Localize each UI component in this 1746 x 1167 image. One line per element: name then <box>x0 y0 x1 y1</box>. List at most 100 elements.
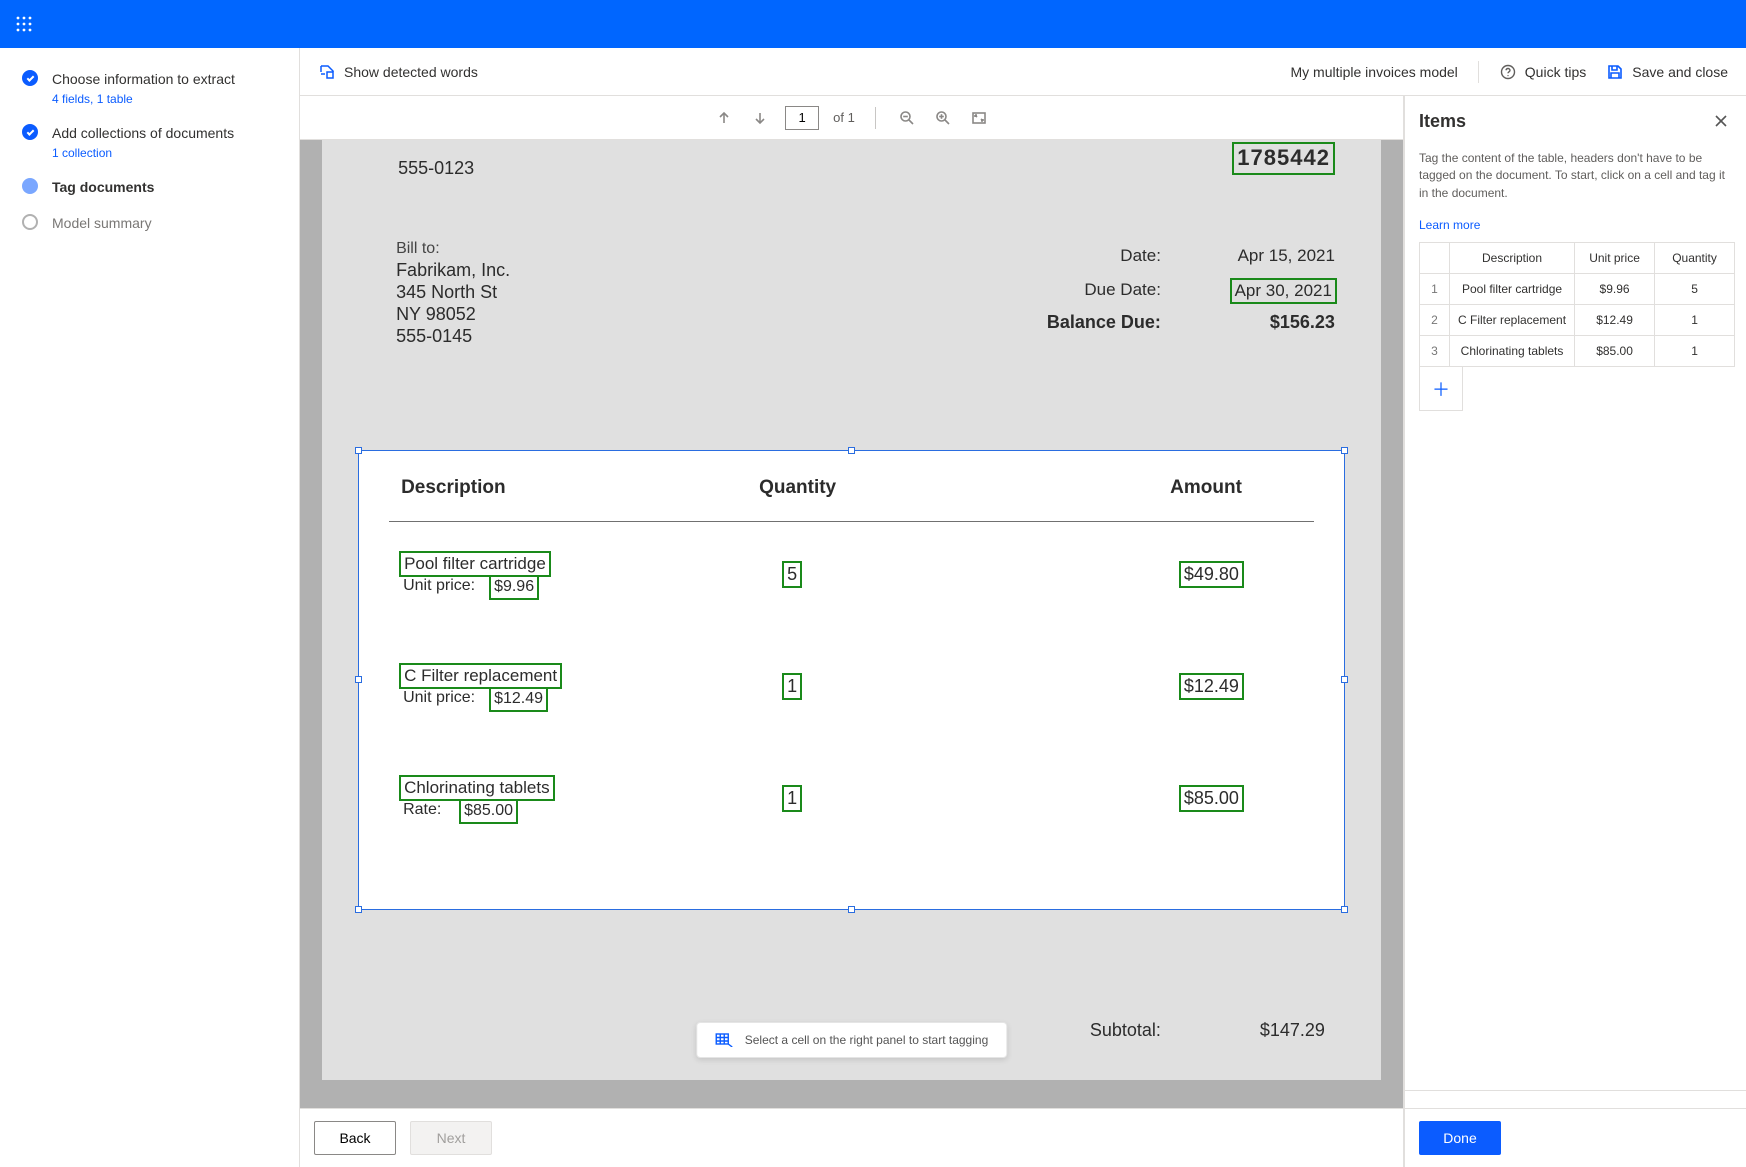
show-detected-words-button[interactable]: Show detected words <box>318 63 478 81</box>
page-of-label: of 1 <box>833 110 855 125</box>
fit-page-icon[interactable] <box>968 107 990 129</box>
toolbar-label: Show detected words <box>344 64 478 80</box>
table-header-row: Description Unit price Quantity <box>1420 243 1735 274</box>
top-toolbar: Show detected words My multiple invoices… <box>300 48 1746 96</box>
zoom-in-icon[interactable] <box>932 107 954 129</box>
check-icon <box>22 124 38 140</box>
cell-qty[interactable]: 1 <box>1655 336 1735 367</box>
document-toolbar: of 1 <box>300 96 1403 140</box>
wizard-footer: Back Next <box>300 1108 1403 1167</box>
bill-to-name: Fabrikam, Inc. <box>396 260 510 281</box>
learn-more-link[interactable]: Learn more <box>1405 218 1746 242</box>
done-button[interactable]: Done <box>1419 1121 1501 1155</box>
table-row[interactable]: 1 Pool filter cartridge $9.96 5 <box>1420 274 1735 305</box>
bill-to-city: NY 98052 <box>396 304 476 325</box>
balance-due-label: Balance Due: <box>1047 312 1161 333</box>
cell-description[interactable]: Pool filter cartridge <box>1450 274 1575 305</box>
item-qty[interactable]: 5 <box>782 561 802 588</box>
table-icon <box>715 1033 733 1047</box>
main-area: Show detected words My multiple invoices… <box>300 48 1746 1167</box>
subtotal-label: Subtotal: <box>1090 1020 1161 1041</box>
item-amount[interactable]: $12.49 <box>1179 673 1244 700</box>
page-number-input[interactable] <box>785 106 819 130</box>
step-add-collections[interactable]: Add collections of documents 1 collectio… <box>22 124 281 160</box>
back-button[interactable]: Back <box>314 1121 396 1155</box>
step-title: Model summary <box>52 214 281 232</box>
date-label: Date: <box>1120 246 1161 266</box>
instruction-text: Select a cell on the right panel to star… <box>745 1033 989 1047</box>
step-subtitle: 1 collection <box>52 146 281 160</box>
step-title: Tag documents <box>52 178 281 196</box>
col-description: Description <box>401 477 506 499</box>
item-desc[interactable]: C Filter replacement <box>399 663 562 689</box>
step-tag-documents[interactable]: Tag documents <box>22 178 281 196</box>
doc-invoice-number[interactable]: 1785442 <box>1232 142 1335 175</box>
doc-phone: 555-0123 <box>398 158 474 179</box>
subtotal-value: $147.29 <box>1260 1020 1325 1041</box>
item-qty[interactable]: 1 <box>782 673 802 700</box>
cell-description[interactable]: C Filter replacement <box>1450 305 1575 336</box>
items-drawer: Items Tag the content of the table, head… <box>1404 96 1746 1167</box>
item-desc[interactable]: Pool filter cartridge <box>399 551 551 577</box>
app-header <box>0 0 1746 48</box>
item-qty[interactable]: 1 <box>782 785 802 812</box>
unit-price-label: Unit price: <box>403 577 475 595</box>
cell-price[interactable]: $12.49 <box>1575 305 1655 336</box>
cell-qty[interactable]: 5 <box>1655 274 1735 305</box>
table-row[interactable]: 2 C Filter replacement $12.49 1 <box>1420 305 1735 336</box>
help-icon <box>1499 63 1517 81</box>
col-quantity[interactable]: Quantity <box>1655 243 1735 274</box>
save-and-close-button[interactable]: Save and close <box>1606 63 1728 81</box>
arrow-up-icon[interactable] <box>713 107 735 129</box>
next-button: Next <box>410 1121 492 1155</box>
step-choose-info[interactable]: Choose information to extract 4 fields, … <box>22 70 281 106</box>
step-title: Choose information to extract <box>52 70 281 88</box>
plus-icon: ＋ <box>1432 376 1450 402</box>
bill-to-phone: 555-0145 <box>396 326 472 347</box>
col-unit-price[interactable]: Unit price <box>1575 243 1655 274</box>
cell-price[interactable]: $85.00 <box>1575 336 1655 367</box>
col-description[interactable]: Description <box>1450 243 1575 274</box>
due-date-label: Due Date: <box>1084 280 1161 300</box>
items-table: Description Unit price Quantity 1 Pool f… <box>1419 242 1735 367</box>
model-name: My multiple invoices model <box>1291 64 1458 80</box>
quick-tips-button[interactable]: Quick tips <box>1499 63 1586 81</box>
tagging-instruction: Select a cell on the right panel to star… <box>696 1022 1008 1058</box>
date-value: Apr 15, 2021 <box>1238 246 1335 266</box>
pending-step-icon <box>22 214 38 230</box>
item-amount[interactable]: $49.80 <box>1179 561 1244 588</box>
table-row[interactable]: 3 Chlorinating tablets $85.00 1 <box>1420 336 1735 367</box>
item-amount[interactable]: $85.00 <box>1179 785 1244 812</box>
item-desc[interactable]: Chlorinating tablets <box>399 775 555 801</box>
arrow-down-icon[interactable] <box>749 107 771 129</box>
unit-price-label: Unit price: <box>403 689 475 707</box>
table-selection[interactable]: Description Quantity Amount Pool filter … <box>358 450 1345 910</box>
check-icon <box>22 70 38 86</box>
drawer-h-scroll[interactable] <box>1405 1090 1746 1108</box>
unit-price[interactable]: $12.49 <box>489 687 548 712</box>
text-tag-icon <box>318 63 336 81</box>
close-icon[interactable] <box>1710 110 1732 132</box>
toolbar-label: Save and close <box>1632 64 1728 80</box>
toolbar-label: Quick tips <box>1525 64 1586 80</box>
add-row-button[interactable]: ＋ <box>1419 367 1463 411</box>
bill-to-label: Bill to: <box>396 240 440 258</box>
zoom-out-icon[interactable] <box>896 107 918 129</box>
step-title: Add collections of documents <box>52 124 281 142</box>
app-launcher-icon[interactable] <box>8 8 40 40</box>
cell-price[interactable]: $9.96 <box>1575 274 1655 305</box>
step-model-summary[interactable]: Model summary <box>22 214 281 232</box>
due-date-value[interactable]: Apr 30, 2021 <box>1230 278 1337 304</box>
unit-price[interactable]: $9.96 <box>489 575 539 600</box>
rate-label: Rate: <box>403 801 441 819</box>
step-nav: Choose information to extract 4 fields, … <box>0 48 300 1167</box>
rate-value[interactable]: $85.00 <box>459 799 518 824</box>
balance-due-value: $156.23 <box>1270 312 1335 333</box>
document-viewport[interactable]: 555-0123 1785442 Bill to: Fabrikam, Inc.… <box>300 140 1403 1108</box>
step-subtitle: 4 fields, 1 table <box>52 92 281 106</box>
col-amount: Amount <box>1170 477 1242 499</box>
col-quantity: Quantity <box>759 477 836 499</box>
cell-description[interactable]: Chlorinating tablets <box>1450 336 1575 367</box>
cell-qty[interactable]: 1 <box>1655 305 1735 336</box>
active-step-icon <box>22 178 38 194</box>
